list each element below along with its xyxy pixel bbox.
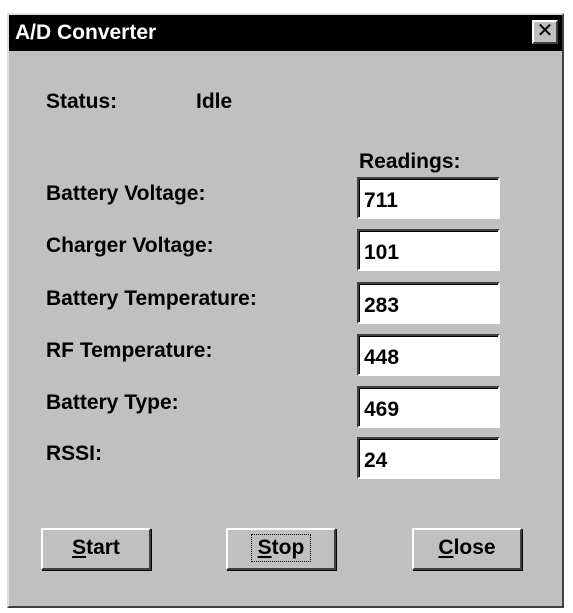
rssi-label: RSSI: [46, 442, 103, 465]
stop-mnemonic: S [257, 536, 272, 559]
battery-temperature-label: Battery Temperature: [46, 287, 257, 310]
rssi-field[interactable]: 24 [357, 437, 500, 479]
close-label-rest: lose [453, 536, 496, 559]
charger-voltage-field[interactable]: 101 [357, 229, 500, 271]
status-label: Status: [46, 90, 118, 113]
rf-temperature-label: RF Temperature: [46, 339, 213, 362]
battery-voltage-label: Battery Voltage: [46, 182, 206, 205]
title-bar[interactable]: A/D Converter ✕ [9, 15, 562, 51]
stop-focus-ring: Stop [250, 534, 312, 562]
readings-header: Readings: [359, 150, 461, 173]
start-button[interactable]: Start [41, 528, 151, 570]
stop-label-rest: top [271, 536, 305, 559]
charger-voltage-label: Charger Voltage: [46, 234, 214, 257]
battery-type-field[interactable]: 469 [357, 386, 500, 428]
close-icon[interactable]: ✕ [532, 20, 558, 44]
stop-button[interactable]: Stop [226, 528, 336, 570]
status-value: Idle [196, 90, 233, 113]
battery-voltage-field[interactable]: 711 [357, 177, 500, 219]
ad-converter-dialog: A/D Converter ✕ Status: Idle Readings: B… [7, 13, 564, 608]
battery-temperature-field[interactable]: 283 [357, 282, 500, 324]
window-title: A/D Converter [15, 21, 157, 44]
start-label-rest: tart [86, 536, 120, 559]
start-mnemonic: S [72, 536, 87, 559]
battery-type-label: Battery Type: [46, 391, 179, 414]
close-button[interactable]: Close [412, 528, 522, 570]
rf-temperature-field[interactable]: 448 [357, 334, 500, 376]
close-mnemonic: C [438, 536, 454, 559]
